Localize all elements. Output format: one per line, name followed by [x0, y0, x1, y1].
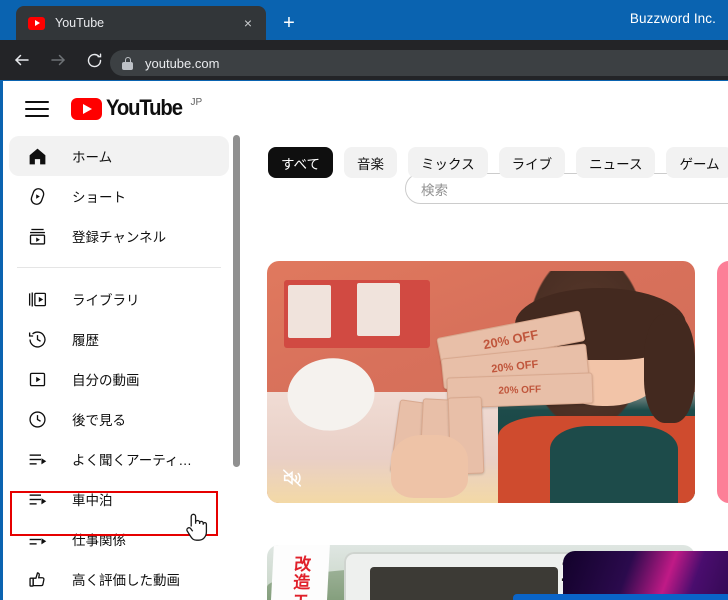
watch-later-icon [24, 407, 50, 431]
browser-tab-strip: YouTube × + Buzzword Inc. [0, 0, 728, 40]
youtube-page: YouTube JP 検索 すべて 音楽 ミックス ライブ ニュース ゲーム ホ… [3, 81, 728, 600]
thumbnail-dress [549, 425, 678, 503]
playlist-icon [24, 527, 50, 551]
sidebar-item-library[interactable]: ライブラリ [9, 279, 229, 319]
back-icon[interactable] [8, 46, 36, 74]
sidebar-item-label: 履歴 [72, 333, 99, 348]
sidebar-item-history[interactable]: 履歴 [9, 319, 229, 359]
youtube-play-icon [71, 98, 102, 120]
subscriptions-icon [24, 224, 50, 248]
youtube-header: YouTube JP [3, 81, 728, 136]
address-bar[interactable]: youtube.com [110, 50, 728, 76]
youtube-wordmark: YouTube [106, 95, 183, 120]
playlist-icon [24, 447, 50, 471]
history-icon [24, 327, 50, 351]
thumbnail-banner: 改造エブリ [268, 545, 330, 600]
sidebar-item-label: よく聞くアーティ… [72, 453, 192, 468]
hamburger-menu-icon[interactable] [25, 100, 49, 118]
thumbnail-banner-text: 改造エブリ [287, 555, 311, 600]
sidebar-item-subscriptions[interactable]: 登録チャンネル [9, 216, 229, 256]
muted-icon[interactable] [280, 467, 304, 489]
sidebar-item-label: ショート [72, 190, 126, 205]
youtube-country-code: JP [190, 97, 203, 108]
sidebar-item-label: 後で見る [72, 413, 126, 428]
shorts-icon [24, 184, 50, 208]
tab-title: YouTube [55, 16, 105, 30]
sidebar-item-label: 登録チャンネル [72, 230, 167, 245]
sidebar-item-label: ホーム [72, 150, 113, 165]
sidebar-item-label: 自分の動画 [72, 373, 140, 388]
thumbnail-prop-card [356, 282, 400, 336]
sidebar-item-frequent-artists[interactable]: よく聞くアーティ… [9, 439, 229, 479]
pointer-hand-cursor [183, 510, 209, 549]
sidebar-divider-1 [17, 267, 221, 268]
sidebar-item-label: 高く評価した動画 [72, 573, 180, 588]
thumbnail-background [563, 551, 728, 600]
queue-tooltip: 次に再生する動画を選択 :アイコンをクリックして [キューに追加] します [513, 594, 728, 600]
library-icon [24, 287, 50, 311]
sidebar-item-shorts[interactable]: ショート [9, 176, 229, 216]
sidebar-item-your-videos[interactable]: 自分の動画 [9, 359, 229, 399]
thumbnail-background [717, 261, 728, 503]
sidebar-scrollbar[interactable] [233, 135, 240, 467]
sidebar-item-label: 仕事関係 [72, 533, 126, 548]
video-thumbnail-partial-bottom[interactable] [563, 551, 728, 600]
thumbnail-prop-card [288, 285, 332, 339]
sidebar-item-liked-videos[interactable]: 高く評価した動画 [9, 559, 229, 599]
reload-icon[interactable] [80, 46, 108, 74]
address-bar-url: youtube.com [145, 55, 220, 71]
video-thumbnail-partial[interactable] [717, 261, 728, 503]
playlist-icon [24, 487, 50, 511]
liked-videos-icon [24, 567, 50, 591]
thumbnail-hand [391, 435, 469, 499]
close-icon[interactable]: × [238, 13, 258, 33]
video-grid: 20% OFF 20% OFF 20% OFF 改造エブリ [243, 136, 728, 600]
thumbnail-hair [643, 314, 695, 424]
sidebar-item-label: ライブラリ [72, 293, 140, 308]
home-icon [24, 144, 50, 168]
sidebar-item-watch-later[interactable]: 後で見る [9, 399, 229, 439]
your-videos-icon [24, 367, 50, 391]
new-tab-button[interactable]: + [276, 11, 302, 35]
window-title: Buzzword Inc. [629, 11, 716, 26]
sidebar-item-home[interactable]: ホーム [9, 136, 229, 176]
youtube-logo[interactable]: YouTube JP [71, 97, 202, 120]
video-thumbnail-coupon[interactable]: 20% OFF 20% OFF 20% OFF [267, 261, 695, 503]
forward-icon [44, 46, 72, 74]
browser-tab-youtube[interactable]: YouTube × [16, 6, 266, 40]
screenshot-root: YouTube × + Buzzword Inc. youtube.com Yo… [0, 0, 728, 600]
sidebar-item-label: 車中泊 [72, 493, 113, 508]
youtube-favicon-icon [28, 16, 45, 30]
lock-icon [122, 56, 133, 70]
